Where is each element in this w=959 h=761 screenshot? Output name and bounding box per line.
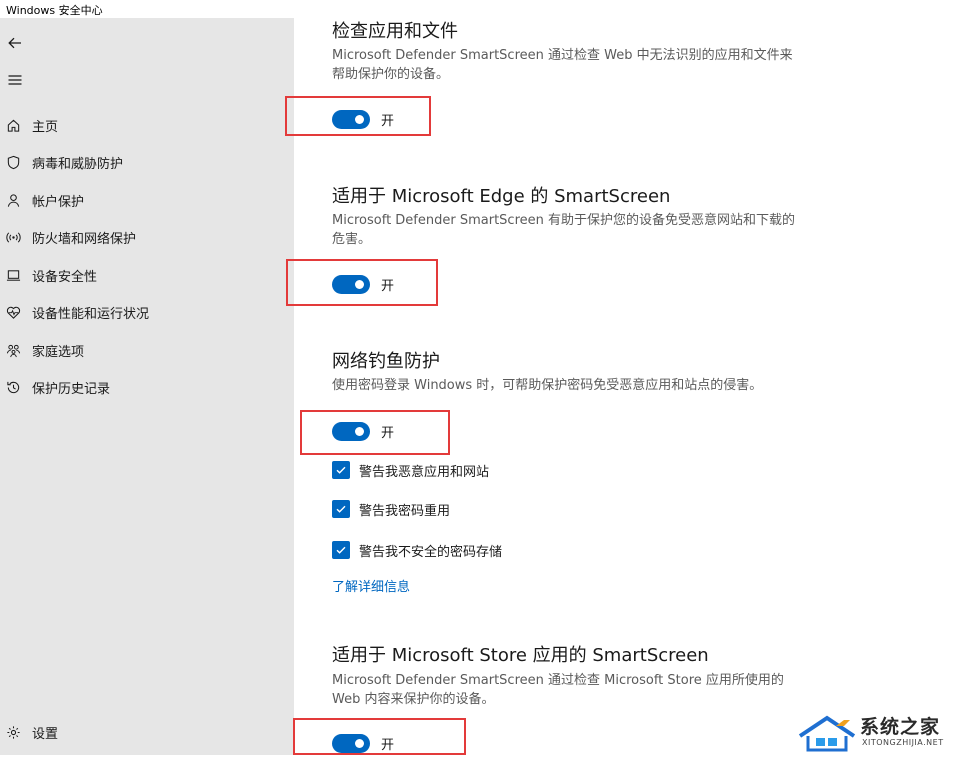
highlight-box <box>300 410 450 455</box>
sidebar: 主页 病毒和威胁防护 帐户保护 防火墙和网络保护 设备安全性 设备性能和运行状况 <box>0 18 294 755</box>
sidebar-item-label: 防火墙和网络保护 <box>32 231 137 247</box>
checkbox-label: 警告我不安全的密码存储 <box>359 544 503 560</box>
back-button[interactable] <box>4 32 26 54</box>
menu-button[interactable] <box>4 69 26 91</box>
watermark-logo: 系统之家 XITONGZHIJIA.NET <box>796 708 956 756</box>
sidebar-item-firewall[interactable]: 防火墙和网络保护 <box>0 222 294 252</box>
checkmark-icon <box>336 466 346 474</box>
checkbox-label: 警告我密码重用 <box>359 503 451 519</box>
checkbox-checked[interactable] <box>332 461 350 479</box>
highlight-box <box>286 259 438 306</box>
checkmark-icon <box>336 505 346 513</box>
learn-more-link[interactable]: 了解详细信息 <box>332 576 410 595</box>
sidebar-item-family-options[interactable]: 家庭选项 <box>0 335 294 365</box>
sidebar-item-settings[interactable]: 设置 <box>0 717 294 747</box>
checkbox-checked[interactable] <box>332 500 350 518</box>
window-title: Windows 安全中心 <box>6 4 103 17</box>
history-icon <box>5 379 21 395</box>
settings-label: 设置 <box>32 726 59 742</box>
house-logo-icon <box>798 715 856 752</box>
wifi-icon <box>5 229 21 245</box>
highlight-box <box>285 96 431 136</box>
heart-icon <box>5 304 21 320</box>
section-description: Microsoft Defender SmartScreen 有助于保护您的设备… <box>332 213 795 247</box>
section-title: 检查应用和文件 <box>332 21 458 42</box>
section-description: Microsoft Defender SmartScreen 通过检查 Micr… <box>332 673 784 707</box>
section-description: Microsoft Defender SmartScreen 通过检查 Web … <box>332 48 793 82</box>
back-arrow-icon <box>8 37 21 49</box>
person-icon <box>5 192 21 208</box>
sidebar-item-home[interactable]: 主页 <box>0 110 294 140</box>
hamburger-icon <box>8 75 22 85</box>
highlight-box <box>293 718 466 755</box>
check-password-reuse[interactable]: 警告我密码重用 <box>332 499 450 519</box>
shield-icon <box>5 154 21 170</box>
sidebar-item-label: 设备性能和运行状况 <box>32 306 150 322</box>
section-title: 网络钓鱼防护 <box>332 351 440 372</box>
main-content: 检查应用和文件 Microsoft Defender SmartScreen 通… <box>285 18 959 761</box>
family-icon <box>5 342 21 358</box>
sidebar-item-account-protection[interactable]: 帐户保护 <box>0 185 294 215</box>
title-bar: Windows 安全中心 <box>0 0 959 18</box>
sidebar-item-device-security[interactable]: 设备安全性 <box>0 260 294 290</box>
section-description: 使用密码登录 Windows 时，可帮助保护密码免受恶意应用和站点的侵害。 <box>332 378 763 393</box>
watermark-domain: XITONGZHIJIA.NET <box>862 738 944 747</box>
sidebar-item-label: 家庭选项 <box>32 344 85 360</box>
sidebar-item-label: 保护历史记录 <box>32 381 111 397</box>
sidebar-item-virus-protection[interactable]: 病毒和威胁防护 <box>0 147 294 177</box>
sidebar-item-label: 帐户保护 <box>32 194 85 210</box>
sidebar-item-device-performance[interactable]: 设备性能和运行状况 <box>0 297 294 327</box>
home-icon <box>5 117 21 133</box>
sidebar-item-protection-history[interactable]: 保护历史记录 <box>0 372 294 402</box>
laptop-icon <box>5 267 21 283</box>
gear-icon <box>5 724 21 740</box>
section-title: 适用于 Microsoft Edge 的 SmartScreen <box>332 186 671 207</box>
checkbox-label: 警告我恶意应用和网站 <box>359 464 490 480</box>
sidebar-item-label: 主页 <box>32 119 59 135</box>
check-malicious-apps[interactable]: 警告我恶意应用和网站 <box>332 460 489 480</box>
checkmark-icon <box>336 546 346 554</box>
section-title: 适用于 Microsoft Store 应用的 SmartScreen <box>332 645 709 666</box>
check-unsafe-password-storage[interactable]: 警告我不安全的密码存储 <box>332 540 502 560</box>
sidebar-item-label: 设备安全性 <box>32 269 98 285</box>
sidebar-item-label: 病毒和威胁防护 <box>32 156 124 172</box>
checkbox-checked[interactable] <box>332 541 350 559</box>
watermark-name: 系统之家 <box>860 716 941 738</box>
